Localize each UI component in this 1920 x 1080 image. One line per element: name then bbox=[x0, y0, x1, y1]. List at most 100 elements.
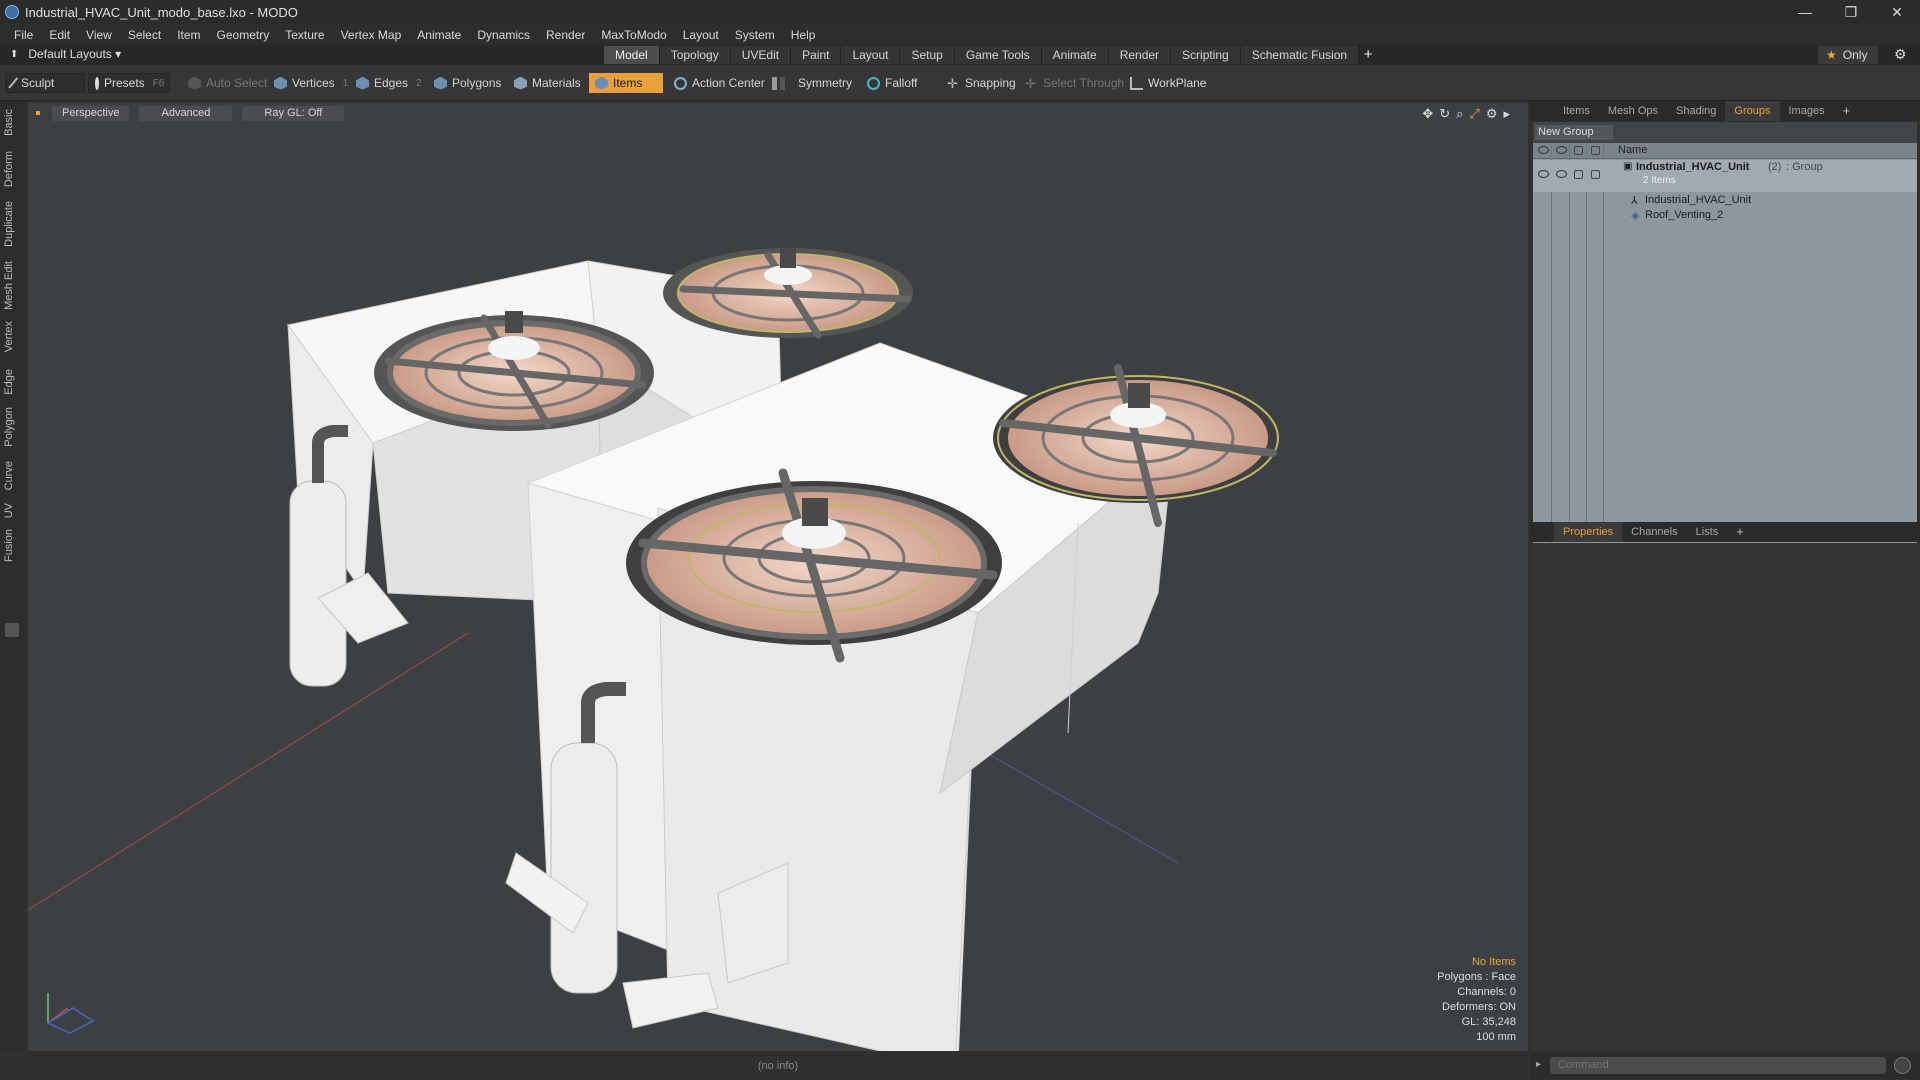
only-toggle[interactable]: ★ Only bbox=[1818, 46, 1878, 64]
gear-icon[interactable]: ⚙ bbox=[1894, 46, 1907, 63]
items-button[interactable]: Items bbox=[589, 73, 663, 93]
right-panel: Items Mesh Ops Shading Groups Images + N… bbox=[1530, 101, 1920, 1080]
tab-deform[interactable]: Deform bbox=[3, 151, 15, 187]
falloff-icon bbox=[867, 76, 880, 90]
tab-edge[interactable]: Edge bbox=[3, 369, 15, 395]
menu-item[interactable]: Item bbox=[169, 28, 208, 42]
3d-viewport[interactable]: Perspective Advanced Ray GL: Off ✥ ↻ ⌕ ⤢… bbox=[28, 103, 1528, 1051]
tab-setup[interactable]: Setup bbox=[900, 46, 955, 64]
close-button[interactable]: ✕ bbox=[1874, 0, 1920, 24]
tab-lists[interactable]: Lists bbox=[1687, 522, 1728, 542]
select-through-button[interactable]: ✛ Select Through bbox=[1019, 73, 1130, 93]
lock-toggle[interactable] bbox=[1574, 170, 1583, 179]
visibility-icon[interactable] bbox=[1538, 170, 1549, 178]
menu-vertex-map[interactable]: Vertex Map bbox=[333, 28, 410, 42]
fit-icon[interactable]: ⤢ bbox=[1469, 106, 1479, 122]
tab-groups[interactable]: Groups bbox=[1725, 101, 1780, 121]
sculpt-button[interactable]: Sculpt bbox=[5, 73, 85, 93]
action-center-label: Action Center bbox=[692, 76, 765, 90]
shading-mode-dropdown[interactable]: Advanced bbox=[139, 105, 233, 121]
add-tab-button[interactable]: + bbox=[1359, 46, 1377, 64]
tab-items[interactable]: Items bbox=[1554, 101, 1599, 121]
visibility-column-icon bbox=[1538, 146, 1549, 154]
auto-select-icon bbox=[188, 76, 201, 90]
materials-button[interactable]: Materials bbox=[508, 73, 587, 93]
minimize-button[interactable]: — bbox=[1782, 0, 1828, 24]
viewport-expand-icon[interactable]: ▸ bbox=[1503, 106, 1510, 122]
group-child-row[interactable]: ◈ Roof_Venting_2 bbox=[1533, 208, 1917, 224]
render-icon[interactable] bbox=[1556, 170, 1567, 178]
tab-uv[interactable]: UV bbox=[3, 503, 15, 518]
snapping-button[interactable]: ✛ Snapping bbox=[941, 73, 1022, 93]
group-child-row[interactable]: ⅄ Industrial_HVAC_Unit bbox=[1533, 193, 1917, 209]
tab-curve[interactable]: Curve bbox=[3, 461, 15, 490]
tab-mesh-edit[interactable]: Mesh Edit bbox=[3, 261, 15, 310]
tab-basic[interactable]: Basic bbox=[3, 109, 15, 136]
menu-help[interactable]: Help bbox=[783, 28, 824, 42]
menu-select[interactable]: Select bbox=[120, 28, 169, 42]
menu-geometry[interactable]: Geometry bbox=[209, 28, 278, 42]
tab-fusion[interactable]: Fusion bbox=[3, 529, 15, 562]
menu-file[interactable]: File bbox=[6, 28, 41, 42]
polygons-button[interactable]: Polygons bbox=[428, 73, 507, 93]
tab-model[interactable]: Model bbox=[604, 46, 660, 64]
tab-duplicate[interactable]: Duplicate bbox=[3, 201, 15, 247]
info-channels: Channels: 0 bbox=[1457, 986, 1516, 998]
add-panel-tab-button[interactable]: + bbox=[1834, 101, 1860, 121]
group-row-industrial-hvac-unit[interactable]: ▣ Industrial_HVAC_Unit (2) : Group 2 Ite… bbox=[1533, 160, 1917, 192]
tab-animate[interactable]: Animate bbox=[1041, 46, 1109, 64]
symmetry-button[interactable]: Symmetry bbox=[766, 73, 858, 93]
view-perspective-dropdown[interactable]: Perspective bbox=[52, 105, 130, 121]
tab-render[interactable]: Render bbox=[1108, 46, 1172, 64]
tab-scripting[interactable]: Scripting bbox=[1171, 46, 1241, 64]
pan-icon[interactable]: ✥ bbox=[1422, 106, 1433, 122]
command-run-button[interactable] bbox=[1894, 1057, 1911, 1074]
command-expand-icon[interactable]: ▸ bbox=[1536, 1059, 1541, 1070]
viewport-menu-icon[interactable] bbox=[36, 111, 40, 115]
tab-shading[interactable]: Shading bbox=[1667, 101, 1725, 121]
tab-topology[interactable]: Topology bbox=[659, 46, 731, 64]
action-center-button[interactable]: Action Center bbox=[668, 73, 771, 93]
menu-render[interactable]: Render bbox=[538, 28, 593, 42]
menu-maxtomodo[interactable]: MaxToModo bbox=[593, 28, 674, 42]
menu-dynamics[interactable]: Dynamics bbox=[469, 28, 538, 42]
tab-polygon[interactable]: Polygon bbox=[3, 407, 15, 447]
falloff-button[interactable]: Falloff bbox=[861, 73, 923, 93]
new-group-button[interactable]: New Group bbox=[1535, 125, 1613, 140]
falloff-label: Falloff bbox=[885, 76, 918, 90]
tab-properties[interactable]: Properties bbox=[1554, 522, 1623, 542]
tab-schematic-fusion[interactable]: Schematic Fusion bbox=[1240, 46, 1360, 64]
select-toggle[interactable] bbox=[1591, 170, 1600, 179]
default-layouts-dropdown[interactable]: ⬆ Default Layouts ▾ bbox=[10, 47, 121, 61]
menu-layout[interactable]: Layout bbox=[675, 28, 727, 42]
restore-button[interactable]: ❐ bbox=[1828, 0, 1874, 24]
menu-edit[interactable]: Edit bbox=[41, 28, 78, 42]
viewport-settings-icon[interactable]: ⚙ bbox=[1486, 106, 1498, 122]
tab-channels[interactable]: Channels bbox=[1622, 522, 1686, 542]
auto-select-button[interactable]: Auto Select bbox=[182, 73, 273, 93]
presets-button[interactable]: Presets F6 bbox=[88, 73, 170, 93]
menu-texture[interactable]: Texture bbox=[277, 28, 332, 42]
tab-layout[interactable]: Layout bbox=[841, 46, 901, 64]
menu-view[interactable]: View bbox=[78, 28, 120, 42]
tab-game-tools[interactable]: Game Tools bbox=[954, 46, 1042, 64]
panel-toggle-button[interactable] bbox=[5, 623, 19, 637]
command-input[interactable] bbox=[1550, 1057, 1886, 1074]
tab-vertex[interactable]: Vertex bbox=[3, 321, 15, 352]
menu-system[interactable]: System bbox=[727, 28, 783, 42]
tab-uvedit[interactable]: UVEdit bbox=[730, 46, 792, 64]
workplane-button[interactable]: WorkPlane bbox=[1124, 73, 1212, 93]
add-bottom-tab-button[interactable]: + bbox=[1727, 522, 1753, 542]
tab-mesh-ops[interactable]: Mesh Ops bbox=[1599, 101, 1667, 121]
rotate-icon[interactable]: ↻ bbox=[1439, 106, 1450, 122]
vertices-button[interactable]: Vertices 1 bbox=[268, 73, 354, 93]
raygl-toggle[interactable]: Ray GL: Off bbox=[242, 105, 345, 121]
edges-button[interactable]: Edges 2 bbox=[350, 73, 428, 93]
tab-paint[interactable]: Paint bbox=[791, 46, 842, 64]
menu-animate[interactable]: Animate bbox=[409, 28, 469, 42]
zoom-icon[interactable]: ⌕ bbox=[1456, 106, 1463, 122]
group-icon: ▣ bbox=[1623, 161, 1633, 172]
tab-images[interactable]: Images bbox=[1780, 101, 1834, 121]
name-column-header[interactable]: Name bbox=[1618, 144, 1647, 156]
info-items: No Items bbox=[1471, 956, 1516, 968]
